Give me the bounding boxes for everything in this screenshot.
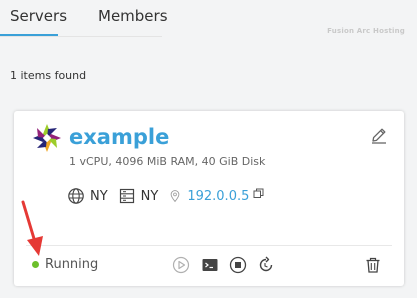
server-name-link[interactable]: example xyxy=(69,125,169,149)
server-rack-icon xyxy=(119,188,134,204)
map-pin-icon xyxy=(171,190,180,203)
pencil-icon[interactable] xyxy=(370,126,388,144)
server-tabs: Servers Members xyxy=(0,0,168,37)
stop-icon[interactable] xyxy=(229,256,247,274)
tab-servers[interactable]: Servers xyxy=(10,7,67,25)
active-tab-indicator xyxy=(0,34,58,36)
server-meta: NY NY 192.0.0.5 xyxy=(67,186,264,206)
region-label: NY xyxy=(90,188,108,204)
play-icon[interactable] xyxy=(172,256,190,274)
server-specs: 1 vCPU, 4096 MiB RAM, 40 GiB Disk xyxy=(69,155,266,168)
tab-members[interactable]: Members xyxy=(98,7,168,25)
card-divider xyxy=(26,245,392,246)
terminal-icon[interactable] xyxy=(201,256,219,274)
copy-icon[interactable] xyxy=(253,188,264,199)
annotation-arrow xyxy=(21,200,43,256)
centos-logo-icon xyxy=(33,124,61,152)
items-count-text: 1 items found xyxy=(10,69,87,82)
ip-address-link[interactable]: 192.0.0.5 xyxy=(187,189,249,204)
brand-watermark: Fusion Arc Hosting xyxy=(327,27,405,35)
trash-icon[interactable] xyxy=(364,256,382,274)
datacenter-label: NY xyxy=(140,188,159,204)
restart-icon[interactable] xyxy=(257,256,275,274)
status-text: Running xyxy=(45,257,99,272)
globe-icon xyxy=(68,188,84,204)
server-card: example 1 vCPU, 4096 MiB RAM, 40 GiB Dis… xyxy=(14,111,404,286)
